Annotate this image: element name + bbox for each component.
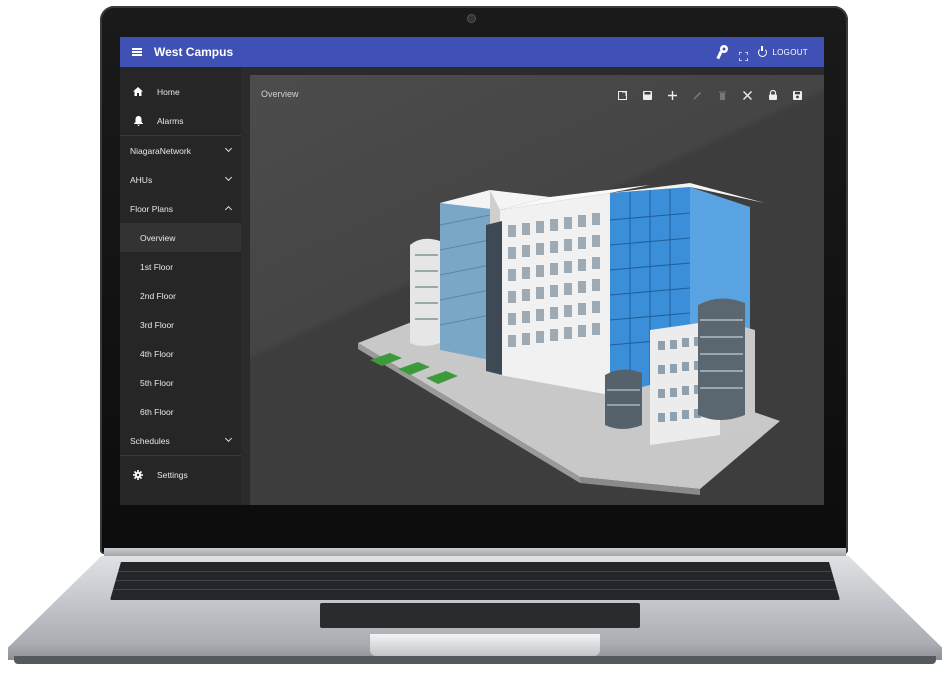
- main-content: Overview: [250, 75, 824, 505]
- home-icon: [131, 87, 145, 96]
- sidebar-item-6th-floor[interactable]: 6th Floor: [120, 397, 241, 426]
- sidebar-item-schedules[interactable]: Schedules: [120, 426, 241, 455]
- sidebar-item-alarms[interactable]: Alarms: [120, 106, 241, 135]
- power-icon: [758, 45, 768, 57]
- sidebar-item-label: Settings: [157, 469, 188, 480]
- logout-label: LOGOUT: [772, 47, 808, 57]
- sidebar-item-label: Floor Plans: [130, 203, 173, 214]
- chevron-down-icon: [224, 144, 233, 153]
- menu-icon[interactable]: [132, 48, 142, 56]
- sidebar-item-overview[interactable]: Overview: [120, 223, 241, 252]
- fullscreen-icon[interactable]: [738, 48, 750, 62]
- sidebar-item-1st-floor[interactable]: 1st Floor: [120, 252, 241, 281]
- divider: [120, 455, 241, 456]
- app-title: West Campus: [154, 45, 234, 59]
- sidebar-item-label: Alarms: [157, 115, 184, 126]
- app-bar-actions: LOGOUT: [715, 37, 808, 67]
- sidebar-item-label: 4th Floor: [140, 348, 174, 359]
- sidebar-item-label: 5th Floor: [140, 377, 174, 388]
- laptop-base-edge: [14, 656, 936, 664]
- sidebar-item-label: AHUs: [130, 174, 153, 185]
- sidebar-item-label: NiagaraNetwork: [130, 145, 191, 156]
- gear-icon: [131, 469, 145, 480]
- webcam: [468, 15, 475, 22]
- sidebar-item-floor-plans[interactable]: Floor Plans: [120, 194, 241, 223]
- chevron-down-icon: [224, 173, 233, 182]
- sidebar-item-settings[interactable]: Settings: [120, 460, 241, 489]
- laptop-front-notch: [370, 634, 600, 656]
- sidebar-item-label: 3rd Floor: [140, 319, 175, 330]
- laptop-keyboard: [110, 562, 840, 600]
- chevron-up-icon: [224, 205, 233, 214]
- sidebar-item-label: Home: [157, 86, 180, 97]
- bell-icon: [131, 115, 145, 126]
- sidebar-item-ahus[interactable]: AHUs: [120, 165, 241, 194]
- sidebar-item-label: 2nd Floor: [140, 290, 176, 301]
- sidebar-item-5th-floor[interactable]: 5th Floor: [120, 368, 241, 397]
- logout-button[interactable]: LOGOUT: [758, 45, 808, 57]
- sidebar-item-label: Overview: [140, 232, 176, 243]
- sidebar: Home Alarms NiagaraNetwork AHUs Floor Pl…: [120, 67, 241, 505]
- chevron-down-icon: [224, 434, 233, 443]
- sidebar-item-3rd-floor[interactable]: 3rd Floor: [120, 310, 241, 339]
- sidebar-item-home[interactable]: Home: [120, 77, 241, 106]
- sidebar-item-niagaranetwork[interactable]: NiagaraNetwork: [120, 136, 241, 165]
- building-3d-model[interactable]: [250, 75, 824, 505]
- sidebar-item-4th-floor[interactable]: 4th Floor: [120, 339, 241, 368]
- laptop-trackpad: [320, 603, 640, 628]
- sidebar-item-label: 6th Floor: [140, 406, 174, 417]
- app-bar: West Campus LOGOUT: [120, 37, 824, 67]
- key-icon[interactable]: [715, 44, 729, 60]
- sidebar-item-label: Schedules: [130, 435, 170, 446]
- sidebar-item-2nd-floor[interactable]: 2nd Floor: [120, 281, 241, 310]
- laptop-screen: West Campus LOGOUT Home Alarms NiagaraNe…: [120, 37, 824, 505]
- sidebar-item-label: 1st Floor: [140, 261, 174, 272]
